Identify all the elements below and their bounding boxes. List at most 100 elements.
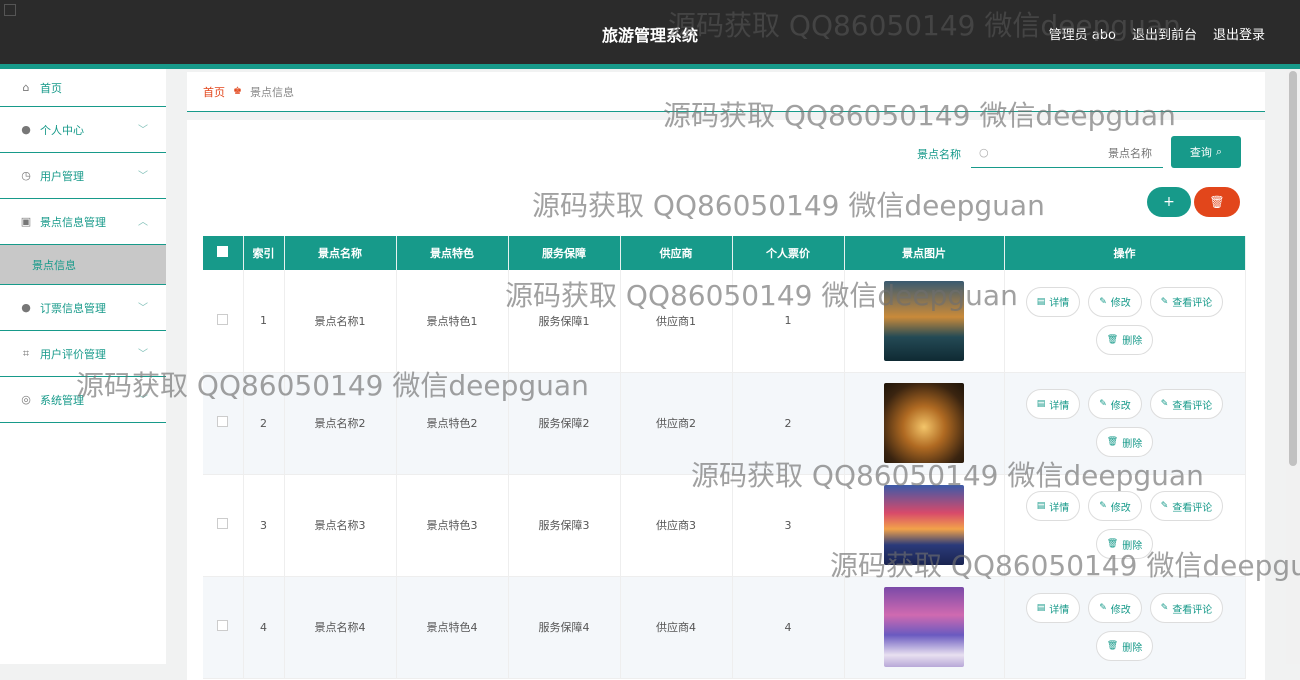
cell-index: 4 — [243, 576, 285, 679]
back-to-front-link[interactable]: 退出到前台 — [1132, 24, 1197, 43]
table-row: 4 景点名称4 景点特色4 服务保障4 供应商4 4 ▤ 详情 ✎ 修改 ✎ 查看评论… — [203, 576, 1246, 679]
delete-button[interactable]: 🗑 删除 — [1095, 324, 1154, 355]
trash-icon: 🗑 — [1106, 437, 1119, 447]
row-select-cell[interactable] — [203, 474, 244, 577]
pencil-icon: ✎ — [1160, 399, 1169, 409]
search-field[interactable]: ○ — [971, 138, 1163, 168]
detail-button[interactable]: ▤ 详情 — [1025, 286, 1081, 317]
crop-icon: ⌗ — [22, 346, 30, 360]
add-button[interactable]: + — [1147, 187, 1191, 217]
trash-icon: 🗑 — [1209, 195, 1225, 209]
top-accent-bar — [0, 64, 1300, 69]
table-row: 1 景点名称1 景点特色1 服务保障1 供应商1 1 ▤ 详情 ✎ 修改 ✎ 查看评论… — [203, 270, 1246, 373]
edit-button[interactable]: ✎ 修改 — [1088, 491, 1142, 521]
cell-price: 2 — [732, 372, 845, 475]
scrollbar-thumb[interactable] — [1289, 71, 1297, 466]
pencil-icon: ✎ — [1160, 603, 1169, 613]
row-checkbox[interactable] — [217, 518, 229, 529]
row-checkbox[interactable] — [217, 620, 229, 631]
table-header-row: 索引 景点名称 景点特色 服务保障 供应商 个人票价 景点图片 操作 — [203, 236, 1246, 270]
search-button-label: 查询 — [1189, 146, 1212, 159]
edit-label: 修改 — [1110, 298, 1131, 310]
breadcrumb-home[interactable]: 首页 — [203, 84, 225, 100]
row-checkbox[interactable] — [217, 313, 229, 325]
cell-supplier: 供应商3 — [620, 474, 733, 577]
col-header: 个人票价 — [732, 236, 845, 270]
delete-button[interactable]: 🗑 删除 — [1095, 427, 1154, 457]
sidebar-item-label: 首页 — [40, 81, 62, 95]
search-button[interactable]: 查询 ⌕ — [1171, 136, 1241, 168]
cell-service: 服务保障2 — [508, 372, 621, 475]
cell-feature: 景点特色4 — [396, 576, 509, 679]
review-button[interactable]: ✎ 查看评论 — [1149, 491, 1224, 521]
delete-button[interactable]: 🗑 删除 — [1095, 529, 1154, 559]
logout-link[interactable]: 退出登录 — [1213, 24, 1265, 43]
chevron-up-icon: ︿ — [138, 217, 148, 228]
bulk-delete-button[interactable]: 🗑 — [1194, 187, 1240, 217]
sidebar-item-home[interactable]: ⌂ 首页 — [0, 69, 166, 107]
sidebar-item-profile[interactable]: ● 个人中心 ﹀ — [0, 107, 166, 153]
review-button[interactable]: ✎ 查看评论 — [1149, 389, 1224, 419]
review-button[interactable]: ✎ 查看评论 — [1149, 593, 1224, 623]
cell-supplier: 供应商1 — [620, 270, 733, 373]
delete-button[interactable]: 🗑 删除 — [1095, 631, 1154, 661]
page-scrollbar[interactable] — [1286, 69, 1300, 664]
sidebar-item-spots[interactable]: ▣ 景点信息管理 ︿ — [0, 199, 166, 245]
detail-button[interactable]: ▤ 详情 — [1025, 491, 1081, 521]
review-label: 查看评论 — [1172, 604, 1213, 616]
document-icon: ▤ — [1036, 501, 1046, 511]
row-select-cell[interactable] — [203, 372, 244, 475]
cell-service: 服务保障1 — [508, 270, 621, 373]
sidebar-item-label: 用户评价管理 — [40, 347, 106, 361]
cell-ops: ▤ 详情 ✎ 修改 ✎ 查看评论 🗑 删除 — [1004, 474, 1246, 577]
cell-feature: 景点特色1 — [396, 270, 509, 373]
edit-button[interactable]: ✎ 修改 — [1088, 593, 1142, 623]
review-button[interactable]: ✎ 查看评论 — [1149, 286, 1224, 317]
chevron-down-icon: ﹀ — [138, 395, 148, 406]
pencil-icon: ✎ — [1160, 501, 1169, 511]
sidebar-item-orders[interactable]: ● 订票信息管理 ﹀ — [0, 285, 166, 331]
cell-name: 景点名称1 — [284, 270, 397, 373]
document-icon: ▤ — [1036, 399, 1046, 409]
cell-supplier: 供应商2 — [620, 372, 733, 475]
sidebar-item-users[interactable]: ◷ 用户管理 ﹀ — [0, 153, 166, 199]
row-select-cell[interactable] — [203, 270, 244, 373]
spots-table: 索引 景点名称 景点特色 服务保障 供应商 个人票价 景点图片 操作 1 景点名… — [203, 236, 1246, 679]
col-header: 服务保障 — [508, 236, 621, 270]
cell-price: 3 — [732, 474, 845, 577]
search-icon: ⌕ — [1215, 145, 1223, 158]
sidebar-item-label: 个人中心 — [40, 123, 84, 137]
search-label: 景点名称 — [917, 148, 961, 161]
select-all-cell[interactable] — [203, 236, 244, 270]
cell-image — [844, 576, 1005, 679]
clipboard-icon: ▣ — [20, 214, 32, 228]
table-row: 3 景点名称3 景点特色3 服务保障3 供应商3 3 ▤ 详情 ✎ 修改 ✎ 查看评论… — [203, 474, 1246, 577]
col-header: 操作 — [1004, 236, 1246, 270]
app-title: 旅游管理系统 — [602, 26, 699, 45]
cell-name: 景点名称2 — [284, 372, 397, 475]
detail-button[interactable]: ▤ 详情 — [1025, 593, 1081, 623]
bulb-icon: ● — [21, 300, 31, 314]
search-input[interactable] — [997, 142, 1152, 164]
col-header: 索引 — [243, 236, 285, 270]
chevron-down-icon: ﹀ — [138, 303, 148, 314]
sidebar-item-reviews[interactable]: ⌗ 用户评价管理 ﹀ — [0, 331, 166, 377]
select-all-checkbox[interactable] — [217, 246, 229, 257]
review-label: 查看评论 — [1172, 502, 1213, 514]
pencil-icon: ✎ — [1099, 501, 1107, 511]
top-links: 管理员 abo 退出到前台 退出登录 — [1049, 24, 1265, 43]
spot-image — [884, 485, 964, 565]
cell-index: 1 — [243, 270, 285, 373]
main-content: 首页 ♚ 景点信息 景点名称 ○ 查询 ⌕ + 🗑 索引 景点名称 景点特色 — [187, 72, 1265, 680]
cell-service: 服务保障3 — [508, 474, 621, 577]
sidebar-subitem-spot-info[interactable]: 景点信息 — [0, 245, 166, 285]
edit-button[interactable]: ✎ 修改 — [1088, 286, 1142, 317]
row-checkbox[interactable] — [217, 416, 229, 427]
col-header: 供应商 — [620, 236, 733, 270]
sidebar-item-system[interactable]: ◎ 系统管理 ﹀ — [0, 377, 166, 423]
edit-button[interactable]: ✎ 修改 — [1088, 389, 1142, 419]
row-select-cell[interactable] — [203, 576, 244, 679]
breadcrumb-current: 景点信息 — [249, 85, 294, 99]
detail-button[interactable]: ▤ 详情 — [1025, 389, 1081, 419]
cell-image — [844, 372, 1005, 475]
